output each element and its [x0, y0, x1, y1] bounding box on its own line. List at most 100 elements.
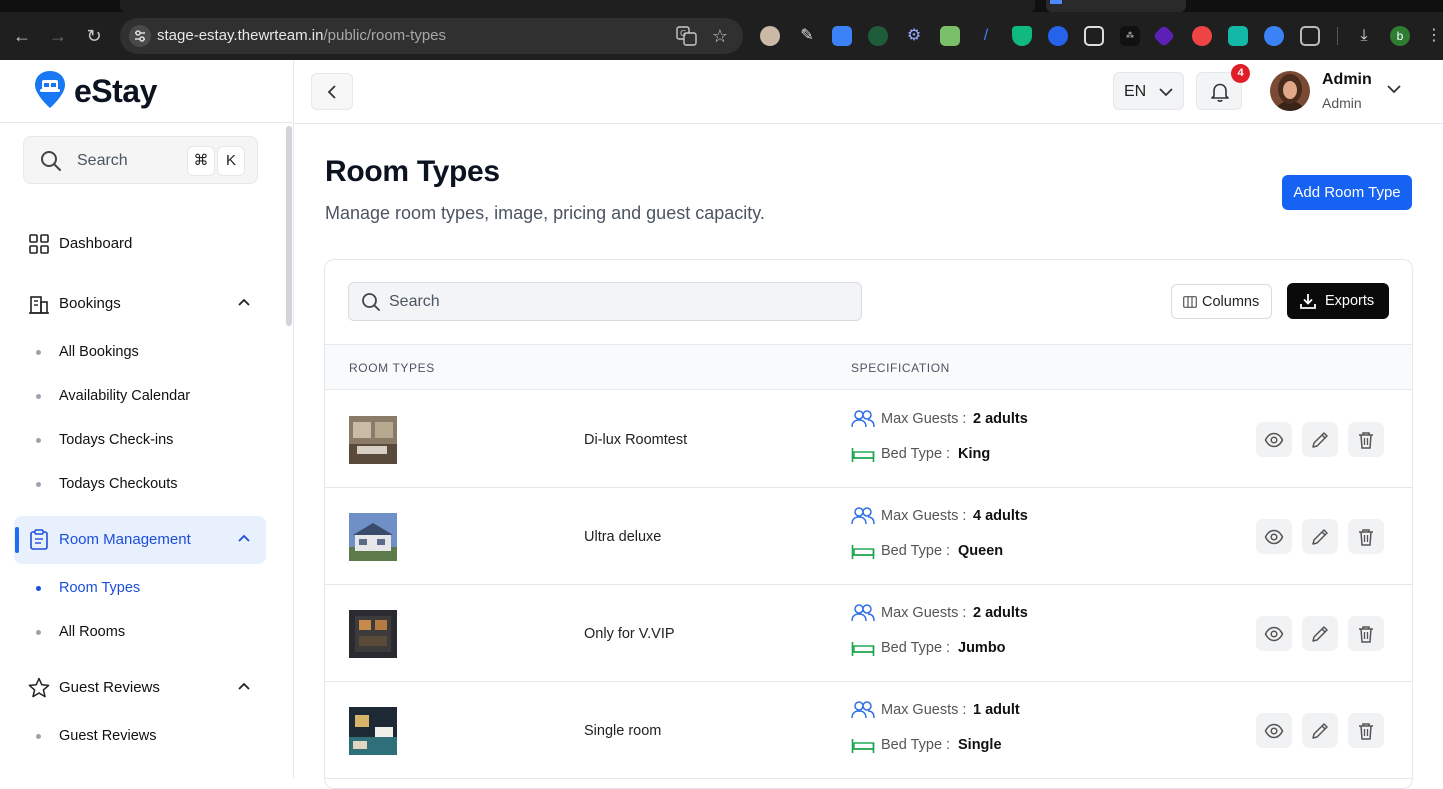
- sidebar-item-bookings[interactable]: Bookings: [14, 280, 266, 328]
- extension-icon[interactable]: [940, 26, 960, 46]
- sidebar-item-label: Room Management: [59, 531, 191, 548]
- chevron-up-icon[interactable]: [236, 678, 252, 694]
- edit-button[interactable]: [1302, 519, 1338, 554]
- table-row[interactable]: Di-lux Roomtest Max Guests : 2 adults Be…: [325, 391, 1412, 488]
- chevron-down-icon[interactable]: [1386, 82, 1402, 96]
- room-type-name: Ultra deluxe: [584, 529, 662, 545]
- translate-icon[interactable]: G: [676, 26, 698, 46]
- site-settings-icon[interactable]: [128, 24, 152, 48]
- max-guests-value: 1 adult: [973, 702, 1020, 718]
- room-thumbnail[interactable]: [349, 610, 397, 658]
- sidebar-subitem-todays-checkouts[interactable]: Todays Checkouts: [14, 469, 266, 499]
- user-avatar[interactable]: [1270, 71, 1310, 111]
- sidebar-item-dashboard[interactable]: Dashboard: [14, 220, 266, 268]
- chevron-up-icon[interactable]: [236, 530, 252, 546]
- estay-logo-icon[interactable]: [33, 70, 67, 110]
- puzzle-extensions-icon[interactable]: [1300, 26, 1320, 46]
- extension-icon[interactable]: [760, 26, 780, 46]
- sidebar-item-room-management[interactable]: Room Management: [14, 516, 266, 564]
- brand-name[interactable]: eStay: [74, 73, 157, 110]
- sidebar-subitem-room-types[interactable]: Room Types: [14, 573, 266, 603]
- sidebar-item-label: Guest Reviews: [59, 679, 160, 696]
- extension-icon[interactable]: [1192, 26, 1212, 46]
- shortcut-k-key: K: [217, 146, 245, 176]
- extension-icon[interactable]: [1048, 26, 1068, 46]
- search-placeholder: Search: [389, 293, 440, 310]
- delete-button[interactable]: [1348, 422, 1384, 457]
- room-thumbnail[interactable]: [349, 513, 397, 561]
- sidebar-search[interactable]: Search ⌘ K: [23, 136, 258, 184]
- room-thumbnail[interactable]: [349, 707, 397, 755]
- trash-icon: [1359, 529, 1373, 546]
- columns-icon: [1183, 296, 1197, 308]
- user-name[interactable]: Admin: [1322, 71, 1372, 89]
- shield-extension-icon[interactable]: [1012, 26, 1032, 46]
- view-button[interactable]: [1256, 616, 1292, 651]
- url-text[interactable]: stage-estay.thewrteam.in/public/room-typ…: [157, 27, 446, 44]
- bookmark-star-icon[interactable]: ☆: [709, 25, 731, 47]
- table-row[interactable]: Only for V.VIP Max Guests : 2 adults Bed…: [325, 585, 1412, 682]
- sidebar: eStay Search ⌘ K Dashboard Bookings All …: [0, 60, 294, 778]
- sidebar-item-guest-reviews[interactable]: Guest Reviews: [14, 664, 266, 712]
- bullet-dot: [36, 630, 41, 635]
- extension-icon[interactable]: [1264, 26, 1284, 46]
- extension-icon[interactable]: [1228, 26, 1248, 46]
- extension-icon[interactable]: [1084, 26, 1104, 46]
- back-arrow-icon[interactable]: ←: [10, 24, 34, 48]
- delete-button[interactable]: [1348, 519, 1384, 554]
- collapse-sidebar-button[interactable]: [311, 73, 353, 110]
- browser-menu-icon[interactable]: ⋮: [1426, 26, 1442, 46]
- delete-button[interactable]: [1348, 713, 1384, 748]
- column-header-room-types[interactable]: ROOM TYPES: [349, 361, 435, 375]
- address-bar[interactable]: stage-estay.thewrteam.in/public/room-typ…: [120, 18, 743, 54]
- forward-arrow-icon[interactable]: →: [46, 24, 70, 48]
- browser-tab[interactable]: [1046, 0, 1186, 12]
- table-row[interactable]: Single room Max Guests : 1 adult Bed Typ…: [325, 682, 1412, 779]
- edit-button[interactable]: [1302, 713, 1338, 748]
- eyedropper-icon[interactable]: ✎: [797, 26, 817, 46]
- sidebar-scrollbar[interactable]: [286, 126, 292, 326]
- bed-type-value: King: [958, 446, 991, 462]
- sidebar-subitem-availability-calendar[interactable]: Availability Calendar: [14, 381, 266, 411]
- active-tab[interactable]: [120, 0, 1035, 12]
- add-room-type-button[interactable]: Add Room Type: [1282, 175, 1412, 210]
- bed-type-label: Bed Type :: [881, 737, 951, 753]
- view-button[interactable]: [1256, 713, 1292, 748]
- exports-button[interactable]: Exports: [1287, 283, 1389, 319]
- sidebar-subitem-all-rooms[interactable]: All Rooms: [14, 617, 266, 647]
- columns-button[interactable]: Columns: [1171, 284, 1272, 319]
- language-select[interactable]: EN: [1113, 72, 1184, 110]
- extension-icon[interactable]: [832, 26, 852, 46]
- room-thumbnail[interactable]: [349, 416, 397, 464]
- bullet-dot: [36, 586, 41, 591]
- pen-extension-icon[interactable]: /: [976, 26, 996, 46]
- browser-profile-avatar[interactable]: b: [1390, 26, 1410, 46]
- shortcut-command-key: ⌘: [187, 146, 215, 176]
- edit-button[interactable]: [1302, 616, 1338, 651]
- page-subtitle: Manage room types, image, pricing and gu…: [325, 203, 765, 223]
- sidebar-subitem-guest-reviews[interactable]: Guest Reviews: [14, 721, 266, 751]
- table-search-input[interactable]: Search: [348, 282, 862, 321]
- exports-label: Exports: [1325, 293, 1375, 309]
- edit-button[interactable]: [1302, 422, 1338, 457]
- chevron-up-icon[interactable]: [236, 294, 252, 310]
- reload-icon[interactable]: ↻: [82, 24, 106, 48]
- chevron-down-icon: [1159, 88, 1173, 97]
- eye-icon: [1264, 529, 1284, 545]
- sidebar-subitem-todays-check-ins[interactable]: Todays Check-ins: [14, 425, 266, 455]
- brand-header: eStay: [0, 60, 293, 123]
- columns-label: Columns: [1202, 294, 1260, 310]
- bed-icon: [851, 448, 875, 462]
- tab-favicon: [1050, 0, 1062, 4]
- sidebar-subitem-all-bookings[interactable]: All Bookings: [14, 337, 266, 367]
- download-icon[interactable]: ⤓: [1354, 26, 1374, 46]
- table-row[interactable]: Ultra deluxe Max Guests : 4 adults Bed T…: [325, 488, 1412, 585]
- extension-icon[interactable]: ⁂: [1120, 26, 1140, 46]
- extension-icon[interactable]: [868, 26, 888, 46]
- column-header-specification[interactable]: SPECIFICATION: [851, 361, 950, 375]
- extension-icon[interactable]: [1152, 24, 1176, 48]
- view-button[interactable]: [1256, 519, 1292, 554]
- view-button[interactable]: [1256, 422, 1292, 457]
- gear-extension-icon[interactable]: ⚙: [904, 26, 924, 46]
- delete-button[interactable]: [1348, 616, 1384, 651]
